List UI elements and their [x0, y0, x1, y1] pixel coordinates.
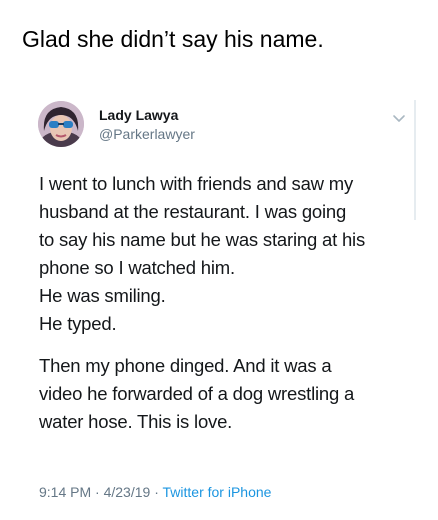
tweet-line: phone so I watched him. [39, 257, 235, 278]
tweet-line: He was smiling. [39, 285, 166, 306]
tweet-line: to say his name but he was staring at hi… [39, 229, 366, 250]
meta-separator: · [154, 484, 159, 500]
tweet-paragraph: I went to lunch with friends and saw my … [39, 170, 409, 338]
tweet-line: husband at the restaurant. I was going [39, 201, 347, 222]
tweet-line: Then my phone dinged. And it was a [39, 355, 332, 376]
post-caption: Glad she didn’t say his name. [22, 26, 324, 52]
tweet-line: I went to lunch with friends and saw my [39, 173, 354, 194]
tweet-line: water hose. This is love. [39, 411, 233, 432]
tweet-text: I went to lunch with friends and saw my … [39, 170, 409, 436]
user-display-name[interactable]: Lady Lawya [99, 107, 178, 123]
avatar-image [38, 101, 84, 147]
avatar[interactable] [38, 101, 84, 147]
meta-separator: · [95, 484, 100, 500]
chevron-down-icon[interactable] [392, 111, 406, 122]
tweet-date[interactable]: 4/23/19 [104, 484, 151, 500]
tweet-source-link[interactable]: Twitter for iPhone [163, 484, 272, 500]
tweet-line: He typed. [39, 313, 117, 334]
tweet-metadata: 9:14 PM · 4/23/19 · Twitter for iPhone [39, 484, 271, 500]
tweet-paragraph: Then my phone dinged. And it was a video… [39, 352, 409, 436]
tweet-time[interactable]: 9:14 PM [39, 484, 91, 500]
user-handle[interactable]: @Parkerlawyer [99, 126, 195, 142]
card-border-line [414, 100, 416, 220]
tweet-line: video he forwarded of a dog wrestling a [39, 383, 355, 404]
